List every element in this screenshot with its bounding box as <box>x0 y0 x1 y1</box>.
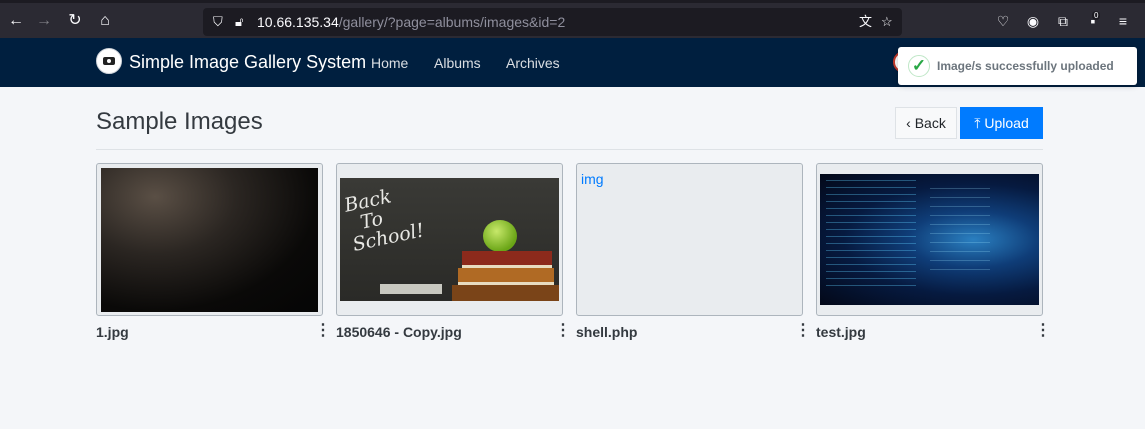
home-icon[interactable]: ⌂ <box>94 10 116 32</box>
image-name: 1850646 - Copy.jpg <box>336 324 462 340</box>
address-bar[interactable]: ⛉ 🔓︎ 10.66.135.34/gallery/?page=albums/i… <box>203 8 902 36</box>
shield-icon[interactable]: ⛉ <box>213 14 223 30</box>
apple <box>483 220 517 252</box>
upload-button[interactable]: ⤒ Upload <box>960 107 1043 139</box>
nav-archives[interactable]: Archives <box>506 55 560 71</box>
toast-message: Image/s successfully uploaded <box>937 59 1114 73</box>
image-name: 1.jpg <box>96 324 129 340</box>
extensions-icon[interactable]: ⧉ <box>1053 11 1073 31</box>
url-path: /gallery/?page=albums/images&id=2 <box>338 14 566 30</box>
image-thumbnail[interactable]: Back To School! <box>340 178 559 301</box>
url-host: 10.66.135.34 <box>257 14 339 30</box>
translate-icon[interactable]: 文 <box>859 14 872 30</box>
success-toast[interactable]: ✓ Image/s successfully uploaded <box>898 47 1137 85</box>
check-icon: ✓ <box>908 55 930 77</box>
url-text: 10.66.135.34/gallery/?page=albums/images… <box>257 14 565 30</box>
image-name: shell.php <box>576 324 638 340</box>
nav-albums[interactable]: Albums <box>434 55 481 71</box>
chevron-left-icon: ‹ <box>906 115 911 131</box>
chalkboard-text: Back To School! <box>342 185 427 256</box>
image-name: test.jpg <box>816 324 866 340</box>
image-card-1[interactable] <box>96 163 323 316</box>
page-title: Sample Images <box>96 108 263 135</box>
code-lines <box>930 188 990 278</box>
back-button[interactable]: ‹ Back <box>895 107 957 139</box>
bookmark-star-icon[interactable]: ☆ <box>881 14 893 30</box>
more-vertical-icon[interactable]: ⋮ <box>315 322 331 340</box>
browser-toolbar: ← → ↻ ⌂ ⛉ 🔓︎ 10.66.135.34/gallery/?page=… <box>0 0 1145 38</box>
image-card-3[interactable]: img <box>576 163 803 316</box>
forward-arrow-icon[interactable]: → <box>33 10 55 32</box>
account-icon[interactable]: ◉ <box>1023 11 1043 31</box>
camera-logo-icon[interactable] <box>96 48 122 74</box>
back-button-label: Back <box>914 115 946 131</box>
more-vertical-icon[interactable]: ⋮ <box>795 322 811 340</box>
back-arrow-icon[interactable]: ← <box>5 10 27 32</box>
image-thumbnail[interactable] <box>101 168 318 312</box>
image-card-4[interactable] <box>816 163 1043 316</box>
pocket-icon[interactable]: ♡ <box>993 11 1013 31</box>
image-thumbnail[interactable] <box>820 174 1039 305</box>
reload-icon[interactable]: ↻ <box>64 10 86 32</box>
upload-button-label: Upload <box>984 115 1029 131</box>
image-card-2[interactable]: Back To School! <box>336 163 563 316</box>
brand-title[interactable]: Simple Image Gallery System <box>129 52 366 73</box>
broken-image-alt[interactable]: img <box>581 171 604 187</box>
nav-home[interactable]: Home <box>371 55 408 71</box>
book <box>462 251 552 268</box>
more-vertical-icon[interactable]: ⋮ <box>555 322 571 340</box>
pencils <box>380 284 442 294</box>
menu-icon[interactable]: ≡ <box>1113 11 1133 31</box>
code-lines <box>826 180 916 290</box>
more-vertical-icon[interactable]: ⋮ <box>1035 322 1051 340</box>
book <box>458 268 554 285</box>
insecure-lock-icon[interactable]: 🔓︎ <box>235 14 243 30</box>
upload-icon: ⤒ <box>974 115 981 131</box>
book <box>452 285 559 301</box>
header-divider <box>96 149 1043 150</box>
